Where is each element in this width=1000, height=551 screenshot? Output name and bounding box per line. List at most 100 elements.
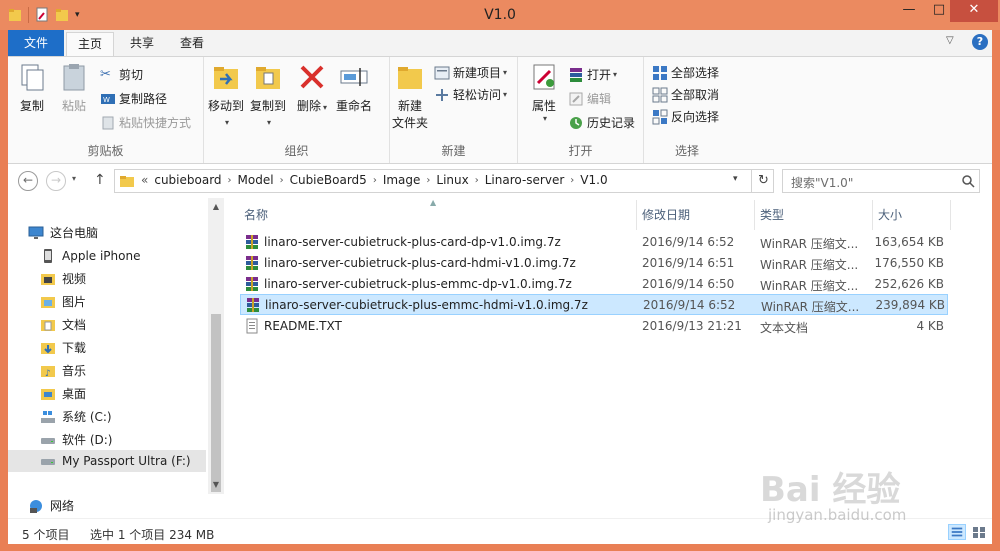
column-header-type[interactable]: 类型 xyxy=(760,206,784,223)
recent-locations-icon[interactable]: ▾ xyxy=(72,174,76,183)
easy-access-button[interactable]: 轻松访问 ▾ xyxy=(434,85,507,105)
tab-view[interactable]: 查看 xyxy=(168,32,216,57)
sidebar-item-documents[interactable]: 文档 xyxy=(8,314,206,336)
explorer-window: ▾ V1.0 — □ ✕ 文件 主页 共享 查看 ▽ ? 复制 粘贴 ✂ 剪切 xyxy=(0,0,1000,551)
column-header-size[interactable]: 大小 xyxy=(878,206,902,223)
file-date: 2016/9/14 6:50 xyxy=(642,277,735,291)
sidebar-item-my-passport[interactable]: My Passport Ultra (F:) xyxy=(8,450,206,472)
forward-button[interactable]: → xyxy=(46,171,66,191)
properties-label: 属性 xyxy=(531,99,556,113)
rename-button[interactable]: 重命名 xyxy=(332,61,376,114)
breadcrumb-item[interactable]: V1.0 xyxy=(574,173,613,187)
sidebar-item-downloads[interactable]: 下载 xyxy=(8,337,206,359)
breadcrumb-item[interactable]: Linaro-server xyxy=(479,173,571,187)
select-none-label: 全部取消 xyxy=(671,88,720,102)
history-button[interactable]: 历史记录 xyxy=(568,113,635,133)
invert-selection-label: 反向选择 xyxy=(671,110,720,124)
file-row[interactable]: linaro-server-cubietruck-plus-card-hdmi-… xyxy=(240,253,948,274)
winrar-archive-icon xyxy=(246,235,258,249)
select-none-button[interactable]: 全部取消 xyxy=(652,85,719,105)
breadcrumb-overflow[interactable]: « xyxy=(141,173,148,187)
address-bar[interactable]: « cubieboard › Model › CubieBoard5 › Ima… xyxy=(114,169,774,193)
properties-button[interactable]: 属性 ▾ xyxy=(526,61,562,123)
sidebar-item-pictures[interactable]: 图片 xyxy=(8,291,206,313)
sidebar-item-software-drive[interactable]: 软件 (D:) xyxy=(8,429,206,451)
dropdown-caret-icon: ▾ xyxy=(323,103,328,112)
close-button[interactable]: ✕ xyxy=(950,0,998,22)
videos-folder-icon xyxy=(41,274,55,285)
scroll-down-icon[interactable]: ▼ xyxy=(208,480,224,489)
up-button[interactable]: ↑ xyxy=(94,172,106,188)
sidebar-item-this-pc[interactable]: 这台电脑 xyxy=(8,222,206,244)
help-icon[interactable]: ? xyxy=(972,34,988,50)
move-to-button[interactable]: 移动到 ▾ xyxy=(206,61,246,128)
baidu-watermark-url: jingyan.baidu.com xyxy=(768,506,907,524)
tab-share[interactable]: 共享 xyxy=(118,32,166,57)
scrollbar-thumb[interactable] xyxy=(211,314,221,492)
column-divider[interactable] xyxy=(636,200,637,230)
file-size: 252,626 KB xyxy=(874,277,944,291)
sidebar-item-system-drive[interactable]: 系统 (C:) xyxy=(8,406,206,428)
sort-ascending-icon: ▲ xyxy=(430,198,437,207)
sidebar-item-desktop[interactable]: 桌面 xyxy=(8,383,206,405)
select-all-button[interactable]: 全部选择 xyxy=(652,63,719,83)
move-to-label: 移动到 xyxy=(207,99,244,113)
sidebar-item-network[interactable]: 网络 xyxy=(8,495,206,517)
new-folder-button[interactable]: 新建 文件夹 xyxy=(390,61,430,131)
scroll-up-icon[interactable]: ▲ xyxy=(208,202,224,211)
refresh-icon[interactable]: ↻ xyxy=(751,170,775,192)
file-row[interactable]: linaro-server-cubietruck-plus-emmc-dp-v1… xyxy=(240,274,948,295)
file-date: 2016/9/13 21:21 xyxy=(642,319,742,333)
breadcrumb: « cubieboard › Model › CubieBoard5 › Ima… xyxy=(141,173,614,187)
column-divider[interactable] xyxy=(950,200,951,230)
delete-button[interactable]: 删除 ▾ xyxy=(296,61,328,114)
cut-button[interactable]: ✂ 剪切 xyxy=(100,65,143,85)
rename-label: 重命名 xyxy=(335,99,372,113)
invert-selection-icon xyxy=(652,109,668,125)
new-folder-label-line1: 新建 xyxy=(397,99,422,113)
history-label: 历史记录 xyxy=(587,116,636,130)
breadcrumb-item[interactable]: Image xyxy=(377,173,427,187)
column-header-name[interactable]: 名称 xyxy=(244,206,268,223)
breadcrumb-item[interactable]: Linux xyxy=(430,173,474,187)
tab-home[interactable]: 主页 xyxy=(66,32,114,57)
file-row[interactable]: README.TXT 2016/9/13 21:21 文本文档 4 KB xyxy=(240,316,948,337)
address-dropdown-icon[interactable]: ▾ xyxy=(733,174,738,184)
breadcrumb-item[interactable]: CubieBoard5 xyxy=(284,173,373,187)
expand-ribbon-icon[interactable]: ▽ xyxy=(946,35,954,46)
new-item-icon xyxy=(434,66,450,80)
file-name: README.TXT xyxy=(264,319,342,333)
search-input[interactable]: 搜索"V1.0" xyxy=(782,169,980,193)
navigation-scrollbar[interactable]: ▲ ▼ xyxy=(208,198,224,494)
select-all-label: 全部选择 xyxy=(671,66,720,80)
breadcrumb-item[interactable]: Model xyxy=(232,173,280,187)
sidebar-item-videos[interactable]: 视频 xyxy=(8,268,206,290)
sidebar-item-label: 这台电脑 xyxy=(50,226,99,240)
copy-to-button[interactable]: 复制到 ▾ xyxy=(248,61,288,128)
sidebar-item-apple-iphone[interactable]: Apple iPhone xyxy=(8,245,206,267)
tab-file[interactable]: 文件 xyxy=(8,30,64,57)
file-row[interactable]: linaro-server-cubietruck-plus-card-dp-v1… xyxy=(240,232,948,253)
back-button[interactable]: ← xyxy=(18,171,38,191)
move-to-icon xyxy=(214,67,238,89)
sidebar-item-music[interactable]: ♪ 音乐 xyxy=(8,360,206,382)
edit-button[interactable]: 编辑 xyxy=(568,89,611,109)
paste-shortcut-button[interactable]: 粘贴快捷方式 xyxy=(100,113,191,133)
new-item-button[interactable]: 新建项目 ▾ xyxy=(434,63,507,83)
breadcrumb-item[interactable]: cubieboard xyxy=(148,173,227,187)
paste-button[interactable]: 粘贴 xyxy=(56,61,92,114)
file-row-selected[interactable]: linaro-server-cubietruck-plus-emmc-hdmi-… xyxy=(240,294,948,315)
open-button[interactable]: 打开 ▾ xyxy=(568,65,617,85)
column-header-date[interactable]: 修改日期 xyxy=(642,206,690,223)
dropdown-caret-icon: ▾ xyxy=(613,70,618,79)
sidebar-item-label: 视频 xyxy=(62,272,87,286)
minimize-button[interactable]: — xyxy=(894,0,924,22)
details-view-icon[interactable] xyxy=(948,524,966,540)
invert-selection-button[interactable]: 反向选择 xyxy=(652,107,719,127)
large-icons-view-icon[interactable] xyxy=(970,524,988,540)
search-icon[interactable] xyxy=(961,174,975,188)
copy-button[interactable]: 复制 xyxy=(14,61,50,114)
column-divider[interactable] xyxy=(872,200,873,230)
column-divider[interactable] xyxy=(754,200,755,230)
copy-path-button[interactable]: W 复制路径 xyxy=(100,89,167,109)
